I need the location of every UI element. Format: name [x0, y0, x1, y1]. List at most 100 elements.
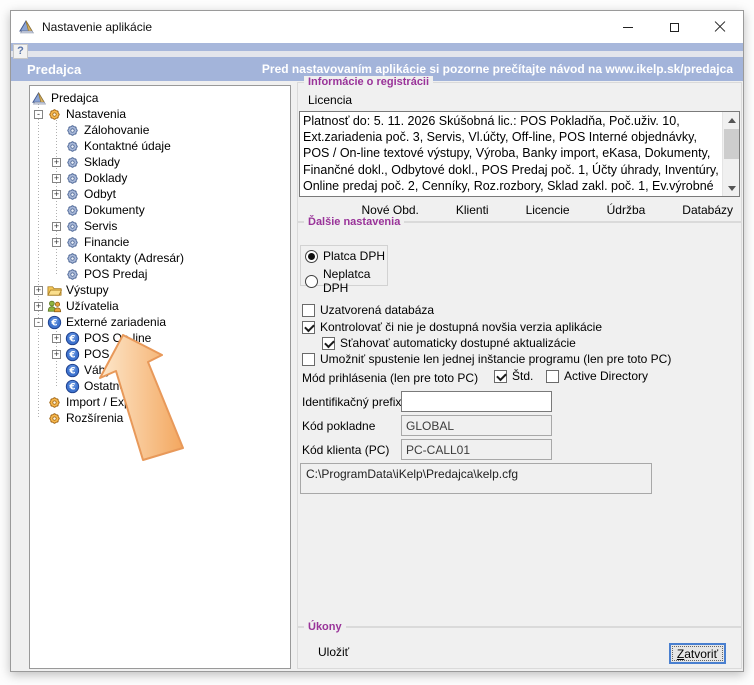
tree-item-doklady[interactable]: + Doklady: [30, 170, 290, 186]
close-dialog-button[interactable]: Zatvoriť: [669, 643, 726, 664]
tree-item-dokumenty[interactable]: Dokumenty: [30, 202, 290, 218]
checkbox-icon[interactable]: [302, 304, 315, 317]
tree-expander[interactable]: [34, 414, 43, 423]
tree-item-zalohovanie[interactable]: Zálohovanie: [30, 122, 290, 138]
tree-expander[interactable]: +: [52, 350, 61, 359]
tree-item-vystupy[interactable]: + Výstupy: [30, 282, 290, 298]
auto-download-updates-checkbox[interactable]: Sťahovať automaticky dostupné aktualizác…: [322, 336, 576, 350]
vat-nonpayer-option[interactable]: Neplatca DPH: [305, 267, 387, 295]
clients-action[interactable]: Klienti: [456, 203, 489, 217]
radio-icon[interactable]: [305, 275, 318, 288]
tree-expander[interactable]: [52, 382, 61, 391]
tree-expander[interactable]: +: [52, 190, 61, 199]
checkbox-icon[interactable]: [302, 321, 315, 334]
tree-expander[interactable]: [52, 254, 61, 263]
scroll-up-icon[interactable]: [723, 112, 740, 128]
tree-item-icon: [65, 331, 80, 346]
single-instance-checkbox[interactable]: Umožniť spustenie len jednej inštancie p…: [302, 352, 671, 366]
register-code-input: [401, 415, 552, 436]
checkbox-icon[interactable]: [494, 370, 507, 383]
tree-item-externe-zariadenia[interactable]: - Externé zariadenia: [30, 314, 290, 330]
tree-item-uzivatelia[interactable]: + Užívatelia: [30, 298, 290, 314]
tree-item-icon: [65, 219, 80, 234]
tree-expander[interactable]: +: [52, 174, 61, 183]
tree-item-icon: [47, 315, 62, 330]
tree-item-servis[interactable]: + Servis: [30, 218, 290, 234]
tree-expander[interactable]: +: [34, 286, 43, 295]
tree-item-icon: [65, 123, 80, 138]
close-button[interactable]: [697, 11, 743, 43]
identification-prefix-input[interactable]: [401, 391, 552, 412]
tree-item-nastavenia[interactable]: - Nastavenia: [30, 106, 290, 122]
header-strip: [11, 43, 743, 51]
tree-item-predajca[interactable]: Predajca: [30, 90, 290, 106]
identification-prefix-label: Identifikačný prefix: [302, 395, 401, 409]
tree-item-icon: [65, 363, 80, 378]
radio-icon[interactable]: [305, 250, 318, 263]
new-period-action[interactable]: Nové Obd.: [362, 203, 419, 217]
tree-expander[interactable]: +: [52, 222, 61, 231]
client-code-input: [401, 439, 552, 460]
register-code-label: Kód pokladne: [302, 419, 375, 433]
tree-item-icon: [65, 171, 80, 186]
window-title: Nastavenie aplikácie: [42, 20, 152, 34]
tree-item-icon: [65, 347, 80, 362]
tree-item-icon: [32, 91, 47, 106]
maximize-button[interactable]: [651, 11, 697, 43]
vat-payer-option[interactable]: Platca DPH: [305, 249, 385, 263]
login-std-checkbox[interactable]: Štd.: [494, 369, 533, 383]
maximize-icon: [670, 23, 679, 32]
maintenance-action[interactable]: Údržba: [607, 203, 646, 217]
pointer-arrow: [99, 334, 221, 468]
scroll-down-icon[interactable]: [723, 180, 740, 196]
tree-expander[interactable]: +: [52, 238, 61, 247]
tree-expander[interactable]: [52, 142, 61, 151]
actions-section-title: Úkony: [304, 621, 346, 633]
tree-item-odbyt[interactable]: + Odbyt: [30, 186, 290, 202]
close-icon: [714, 21, 726, 33]
minimize-button[interactable]: [605, 11, 651, 43]
help-button[interactable]: ?: [13, 44, 28, 59]
tree-expander[interactable]: -: [34, 110, 43, 119]
checkbox-icon[interactable]: [546, 370, 559, 383]
databases-action[interactable]: Databázy: [682, 203, 733, 217]
tree-item-icon: [65, 139, 80, 154]
tree-item-sklady[interactable]: + Sklady: [30, 154, 290, 170]
tree-expander[interactable]: -: [34, 318, 43, 327]
closed-database-checkbox[interactable]: Uzatvorená databáza: [302, 303, 434, 317]
login-active-directory-checkbox[interactable]: Active Directory: [546, 369, 648, 383]
license-scrollbar[interactable]: [722, 112, 739, 196]
tree-expander[interactable]: +: [52, 334, 61, 343]
tree-item-icon: [65, 379, 80, 394]
tree-item-financie[interactable]: + Financie: [30, 234, 290, 250]
save-action[interactable]: Uložiť: [318, 645, 349, 659]
tree-expander[interactable]: +: [52, 158, 61, 167]
checkbox-icon[interactable]: [302, 353, 315, 366]
actions-section: Úkony Uložiť Zatvoriť: [297, 627, 742, 669]
tree-item-icon: [47, 299, 62, 314]
settings-window: Nastavenie aplikácie ? Predajca Pred nas…: [10, 10, 744, 672]
header-notice: Pred nastavovaním aplikácie si pozorne p…: [262, 62, 733, 76]
license-box: Platnosť do: 5. 11. 2026 Skúšobná lic.: …: [299, 111, 740, 197]
tree-item-icon: [47, 411, 62, 426]
tree-item-icon: [65, 267, 80, 282]
tree-item-icon: [47, 107, 62, 122]
tree-expander[interactable]: [52, 206, 61, 215]
vat-radio-group: Platca DPH Neplatca DPH: [300, 245, 388, 286]
tree-item-icon: [47, 283, 62, 298]
scrollbar-thumb[interactable]: [724, 129, 739, 159]
check-new-version-checkbox[interactable]: Kontrolovať či nie je dostupná novšia ve…: [302, 320, 602, 334]
tree-expander[interactable]: +: [34, 302, 43, 311]
tree-item-pos-predaj[interactable]: POS Predaj: [30, 266, 290, 282]
tree-expander[interactable]: [52, 270, 61, 279]
tree-item-icon: [65, 251, 80, 266]
registration-actions: Nové Obd. Klienti Licencie Údržba Databá…: [298, 203, 741, 217]
checkbox-icon[interactable]: [322, 337, 335, 350]
tree-item-icon: [65, 155, 80, 170]
tree-item-kontaktne-udaje[interactable]: Kontaktné údaje: [30, 138, 290, 154]
licenses-action[interactable]: Licencie: [526, 203, 570, 217]
tree-expander[interactable]: [52, 126, 61, 135]
tree-item-kontakty-adresar[interactable]: Kontakty (Adresár): [30, 250, 290, 266]
tree-expander[interactable]: [34, 398, 43, 407]
tree-expander[interactable]: [52, 366, 61, 375]
